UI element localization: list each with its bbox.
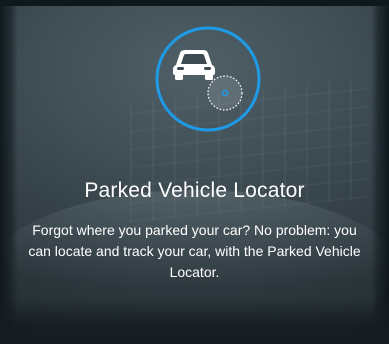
- left-edge: [0, 0, 18, 344]
- bottom-fade: [0, 298, 389, 344]
- feature-title: Parked Vehicle Locator: [84, 179, 305, 202]
- car-icon: [173, 50, 215, 80]
- feature-card: Parked Vehicle Locator Forgot where you …: [0, 0, 389, 344]
- feature-description: Forgot where you parked your car? No pro…: [28, 222, 361, 280]
- car-location-icon: [154, 25, 262, 133]
- location-dot-icon: [207, 75, 243, 111]
- top-bar: [0, 0, 389, 6]
- right-edge: [371, 0, 389, 344]
